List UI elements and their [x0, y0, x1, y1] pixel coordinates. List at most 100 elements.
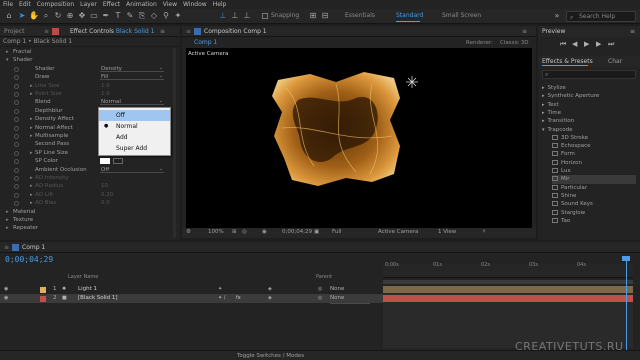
property-row[interactable]: Shader ⌄ Density — [0, 65, 172, 73]
property-row[interactable]: ▸ AO Intensity — [0, 174, 172, 182]
layer-row[interactable]: ◉ 2 ■ [Black Solid 1] ✦ / fx ◈ ◎ None — [0, 294, 383, 304]
grid-icon[interactable]: ⊞ — [232, 229, 237, 235]
region-icon[interactable]: ▣ — [314, 229, 319, 235]
close-icon[interactable]: ≡ — [186, 28, 191, 35]
property-row[interactable]: ▸ AO Bias 0.0 — [0, 199, 172, 207]
panel-menu-icon[interactable]: ≡ — [630, 28, 635, 35]
timeline-timecode[interactable]: 0;00;04;29 — [5, 255, 53, 264]
panel-menu-icon[interactable]: ≡ — [522, 28, 527, 35]
hand-tool-icon[interactable]: ✋ — [29, 11, 39, 21]
twirl-arrow-icon[interactable]: ▸ — [542, 85, 545, 91]
menu-item-view[interactable]: View — [163, 1, 177, 8]
local-axis-icon[interactable]: ⊥ — [218, 11, 228, 21]
first-frame-icon[interactable]: ⏮ — [560, 40, 566, 49]
snap-edges-icon[interactable]: ⊟ — [320, 11, 330, 21]
world-axis-icon[interactable]: ⊥ — [230, 11, 240, 21]
views-dropdown[interactable]: 1 View — [438, 229, 456, 235]
effects-category[interactable]: ▸ Stylize — [542, 84, 636, 92]
stopwatch-icon[interactable] — [14, 134, 19, 139]
effects-search-field[interactable]: ⌕ — [542, 70, 636, 79]
twirl-arrow-icon[interactable]: ▸ — [30, 82, 33, 90]
tab-effects-presets[interactable]: Effects & Presets — [542, 58, 593, 65]
property-row[interactable]: Blend ⌄ Normal — [0, 98, 172, 106]
visibility-eye-icon[interactable]: ◉ — [4, 294, 8, 303]
tab-composition[interactable]: Composition Comp 1 — [204, 28, 267, 35]
effects-category[interactable]: ▸ Synthetic Aperture — [542, 92, 636, 100]
layer-name[interactable]: Light 1 — [78, 285, 97, 294]
fx-switch-icon[interactable]: fx — [236, 294, 241, 303]
playhead[interactable] — [626, 258, 627, 354]
effect-item[interactable]: Particular — [552, 184, 636, 192]
rectangle-tool-icon[interactable]: ▭ — [89, 11, 99, 21]
twirl-arrow-icon[interactable]: ▸ — [6, 48, 9, 56]
twirl-arrow-icon[interactable]: ▾ — [6, 56, 9, 64]
brush-tool-icon[interactable]: ✎ — [125, 11, 135, 21]
puppet-tool-icon[interactable]: ✦ — [173, 11, 183, 21]
property-row[interactable]: ▸ AO Radius 10 — [0, 182, 172, 190]
blend-option-super-add[interactable]: Super Add — [99, 143, 170, 154]
camera-tool-icon[interactable]: ⊕ — [65, 11, 75, 21]
stopwatch-icon[interactable] — [14, 201, 19, 207]
close-icon[interactable]: ≡ — [44, 28, 49, 35]
menu-item-animation[interactable]: Animation — [126, 1, 157, 8]
property-value[interactable]: 1.0 — [101, 82, 110, 90]
workspace-standard[interactable]: Standard — [396, 12, 423, 19]
property-row[interactable]: ▸ Repeater — [0, 224, 172, 232]
menu-item-composition[interactable]: Composition — [37, 1, 74, 8]
property-value[interactable]: Density — [101, 65, 122, 73]
twirl-arrow-icon[interactable]: ▸ — [6, 208, 9, 216]
color-swatch[interactable] — [100, 158, 110, 165]
tab-character[interactable]: Char — [608, 58, 622, 65]
property-row[interactable]: ▸ Fractal — [0, 48, 172, 56]
viewer-timecode[interactable]: 0;00;04;29 — [282, 229, 312, 235]
effects-category[interactable]: ▸ Text — [542, 101, 636, 109]
toggle-switches-modes[interactable]: Toggle Switches / Modes — [237, 353, 304, 359]
property-value[interactable]: Off — [101, 166, 109, 174]
stopwatch-icon[interactable] — [14, 159, 19, 165]
menu-item-effect[interactable]: Effect — [103, 1, 120, 8]
twirl-arrow-icon[interactable]: ▸ — [6, 216, 9, 224]
twirl-arrow-icon[interactable]: ▸ — [30, 182, 33, 190]
zoom-dropdown[interactable]: 100% — [208, 229, 224, 235]
time-ruler[interactable] — [383, 264, 633, 278]
home-icon[interactable]: ⌂ — [4, 11, 14, 21]
scrollbar[interactable] — [173, 48, 176, 238]
twirl-arrow-icon[interactable]: ▸ — [542, 93, 545, 99]
property-row[interactable]: Draw ⌄ Fill — [0, 73, 172, 81]
twirl-arrow-icon[interactable]: ▸ — [542, 118, 545, 124]
view-axis-icon[interactable]: ⊥ — [242, 11, 252, 21]
view-dropdown[interactable]: Active Camera — [378, 229, 418, 235]
menu-item-edit[interactable]: Edit — [19, 1, 31, 8]
layer-duration-bar[interactable] — [383, 295, 633, 302]
workspace-essentials[interactable]: Essentials — [345, 12, 375, 19]
snapping-checkbox[interactable] — [262, 13, 268, 19]
tab-preview[interactable]: Preview — [542, 28, 565, 35]
pan-behind-tool-icon[interactable]: ✥ — [77, 11, 87, 21]
snap-options-icon[interactable]: ⊞ — [308, 11, 318, 21]
zoom-tool-icon[interactable]: ⌕ — [41, 11, 51, 21]
mask-icon[interactable]: ◎ — [242, 229, 247, 235]
twirl-arrow-icon[interactable]: ▸ — [30, 115, 33, 123]
tab-project[interactable]: Project — [4, 28, 25, 35]
menu-item-file[interactable]: File — [3, 1, 13, 8]
3d-layer-icon[interactable]: ◈ — [268, 294, 272, 303]
stopwatch-icon[interactable] — [14, 66, 19, 72]
work-area-bar[interactable] — [383, 280, 633, 284]
property-row[interactable]: ▸ Texture — [0, 216, 172, 224]
twirl-arrow-icon[interactable]: ▸ — [542, 102, 545, 108]
twirl-arrow-icon[interactable]: ▾ — [542, 127, 545, 133]
effect-item[interactable]: Echospace — [552, 142, 636, 150]
effect-item[interactable]: Mir — [552, 175, 636, 184]
property-row[interactable]: SP Color — [0, 157, 172, 165]
effect-item[interactable]: Lux — [552, 167, 636, 175]
property-value[interactable]: 0.20 — [101, 191, 113, 199]
renderer-value[interactable]: Classic 3D — [500, 40, 529, 46]
blend-option-off[interactable]: Off — [99, 110, 170, 121]
prev-frame-icon[interactable]: ◀ — [572, 40, 577, 48]
blend-option-add[interactable]: Add — [99, 132, 170, 143]
stopwatch-icon[interactable] — [14, 100, 19, 106]
stopwatch-icon[interactable] — [14, 92, 19, 97]
eyedropper-icon[interactable] — [113, 158, 123, 165]
twirl-arrow-icon[interactable]: ▸ — [30, 90, 33, 98]
effect-item[interactable]: Starglow — [552, 209, 636, 217]
